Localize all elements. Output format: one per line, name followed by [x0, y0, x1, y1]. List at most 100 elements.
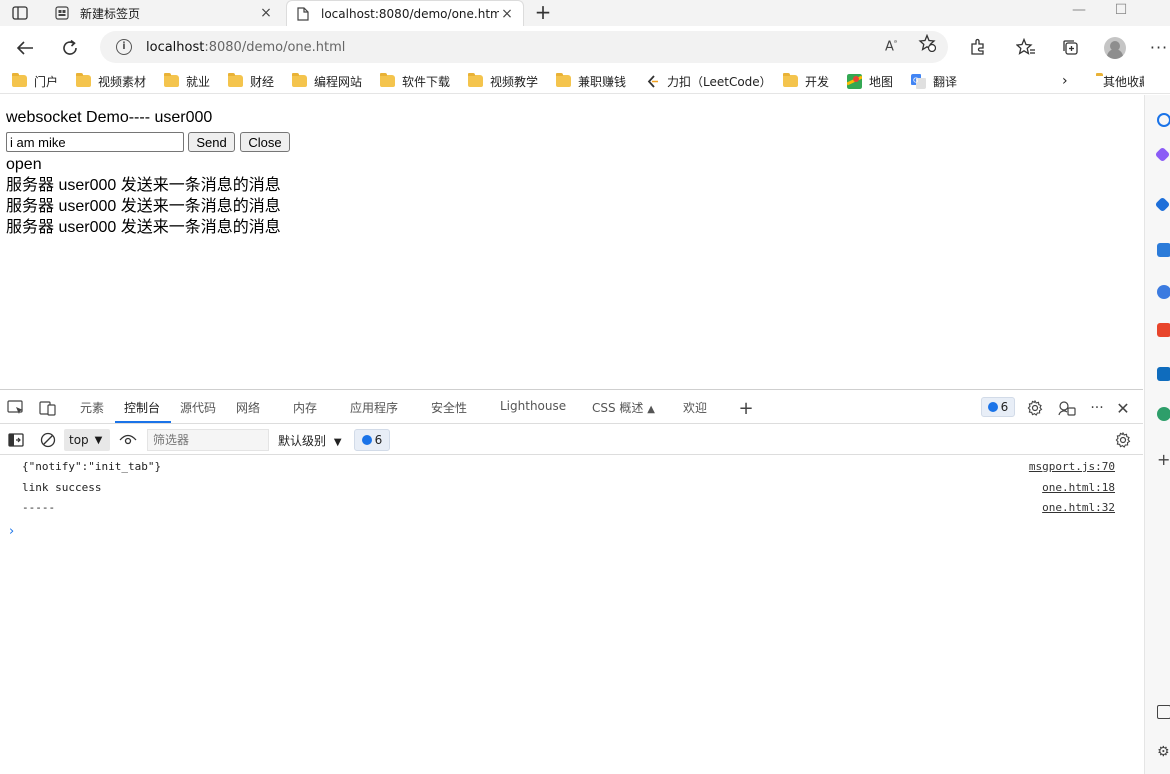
tab-network[interactable]: 网络	[236, 399, 260, 416]
bookmark-item[interactable]: 开发	[783, 72, 829, 90]
outlook-icon[interactable]	[1157, 367, 1170, 381]
back-button[interactable]	[12, 35, 38, 61]
tab-new-tab[interactable]: 新建标签页 ×	[46, 0, 282, 26]
bookmark-item[interactable]: 就业	[164, 72, 210, 90]
refresh-icon	[63, 39, 77, 55]
page-icon	[295, 6, 311, 22]
hide-sidebar-icon[interactable]	[1157, 705, 1170, 719]
bookmark-item[interactable]: 财经	[228, 72, 274, 90]
drop-icon[interactable]	[1157, 407, 1170, 421]
copilot-icon[interactable]	[1154, 146, 1170, 163]
bookmark-item[interactable]: 软件下载	[380, 72, 450, 90]
tab-strip: 新建标签页 × localhost:8080/demo/one.html × +…	[0, 0, 1170, 26]
tab-memory[interactable]: 内存	[293, 399, 317, 416]
tab-label: 新建标签页	[80, 6, 141, 21]
read-aloud-icon[interactable]: Aᵃ	[882, 34, 900, 54]
level-value: 默认级别	[278, 434, 327, 448]
close-tab-icon[interactable]: ×	[499, 6, 515, 22]
send-button[interactable]: Send	[188, 132, 235, 152]
folder-icon	[556, 73, 571, 87]
context-value: top	[69, 433, 89, 447]
folder-icon	[228, 73, 243, 87]
tab-lighthouse[interactable]: Lighthouse	[500, 399, 566, 413]
devtools-panel: 元素 控制台 源代码 网络 内存 应用程序 安全性 Lighthouse CSS…	[0, 389, 1143, 774]
chevron-right-icon: ›	[1062, 73, 1068, 89]
add-tab-icon[interactable]: +	[737, 398, 755, 419]
site-info-icon[interactable]: i	[116, 39, 132, 55]
message-icon	[987, 402, 998, 412]
bookmark-label: 视频教学	[490, 74, 539, 89]
tab-application[interactable]: 应用程序	[350, 399, 398, 416]
clear-console-icon[interactable]	[39, 431, 57, 449]
tab-localhost[interactable]: localhost:8080/demo/one.html ×	[286, 0, 524, 26]
tab-console[interactable]: 控制台	[124, 399, 160, 416]
profile-avatar[interactable]	[1104, 37, 1126, 59]
sidebar-settings-icon[interactable]: ⚙	[1157, 745, 1170, 759]
tools-icon[interactable]	[1157, 243, 1170, 257]
bookmark-item[interactable]: 编程网站	[292, 72, 362, 90]
source-link[interactable]: one.html:32	[1042, 501, 1115, 514]
inspect-element-icon[interactable]	[7, 399, 25, 417]
refresh-button[interactable]	[57, 35, 83, 61]
console-settings-icon[interactable]	[1114, 431, 1132, 449]
close-button[interactable]: Close	[240, 132, 290, 152]
context-selector[interactable]: top ▼	[64, 429, 110, 451]
bookmark-item[interactable]: 视频素材	[76, 72, 146, 90]
minimize-icon[interactable]: —	[1064, 2, 1094, 22]
tab-sources[interactable]: 源代码	[180, 399, 216, 416]
tab-welcome[interactable]: 欢迎	[683, 399, 707, 416]
bookmark-item[interactable]: 地图	[847, 72, 893, 90]
favorites-icon[interactable]	[1015, 36, 1037, 58]
extensions-icon[interactable]	[967, 36, 989, 58]
show-sidebar-icon[interactable]	[7, 431, 25, 449]
new-tab-page-icon	[54, 5, 70, 21]
tab-elements[interactable]: 元素	[80, 399, 104, 416]
search-icon[interactable]	[1157, 113, 1170, 127]
folder-icon	[164, 73, 179, 87]
svg-text:G: G	[913, 76, 918, 84]
message-line: 服务器 user000 发送来一条消息的消息	[6, 219, 281, 236]
remote-devices-icon[interactable]	[1058, 399, 1076, 417]
bookmark-item[interactable]: 其他收藏夹	[1096, 72, 1144, 90]
new-tab-button[interactable]: +	[532, 2, 554, 24]
games-icon[interactable]	[1157, 285, 1170, 299]
tab-actions-icon[interactable]	[10, 4, 30, 22]
add-sidebar-app-icon[interactable]: +	[1157, 452, 1170, 468]
device-toolbar-icon[interactable]	[39, 399, 57, 417]
message-log: open 服务器 user000 发送来一条消息的消息 服务器 user000 …	[6, 154, 281, 238]
log-level-selector[interactable]: 默认级别 ▼	[278, 432, 342, 449]
add-favorite-icon[interactable]	[918, 33, 937, 53]
console-prompt-icon[interactable]: ›	[9, 524, 14, 539]
live-expression-eye-icon[interactable]	[119, 431, 137, 449]
maximize-icon[interactable]: ☐	[1106, 2, 1136, 22]
bookmark-item[interactable]: 门户	[12, 72, 58, 90]
settings-icon[interactable]	[1026, 399, 1044, 417]
bookmark-item[interactable]: 兼职赚钱	[556, 72, 626, 90]
console-message: -----	[22, 501, 56, 514]
url-bar[interactable]: i localhost:8080/demo/one.html	[100, 31, 948, 63]
office-icon[interactable]	[1157, 323, 1170, 337]
console-issues-badge[interactable]: 6	[354, 429, 390, 451]
message-line: 服务器 user000 发送来一条消息的消息	[6, 198, 281, 215]
console-message: {"notify":"init_tab"}	[22, 460, 162, 473]
tab-security[interactable]: 安全性	[431, 399, 467, 416]
bookmarks-overflow-button[interactable]: ›	[1062, 72, 1068, 90]
source-link[interactable]: one.html:18	[1042, 481, 1115, 494]
shopping-icon[interactable]	[1154, 196, 1170, 213]
bookmark-item[interactable]: G 翻译	[911, 72, 957, 90]
issues-badge[interactable]: 6	[981, 397, 1015, 417]
collections-icon[interactable]	[1059, 36, 1081, 58]
close-devtools-icon[interactable]: ✕	[1114, 399, 1132, 418]
more-menu-icon[interactable]: ···	[1148, 36, 1170, 58]
message-input[interactable]	[6, 132, 184, 152]
dropdown-arrow-icon: ▼	[333, 437, 342, 448]
bookmark-item[interactable]: 力扣（LeetCode）	[645, 72, 772, 90]
folder-icon	[292, 73, 307, 87]
more-options-icon[interactable]: ···	[1088, 399, 1106, 417]
filter-input[interactable]	[147, 429, 269, 451]
bookmark-item[interactable]: 视频教学	[468, 72, 538, 90]
close-tab-icon[interactable]: ×	[258, 5, 274, 21]
tab-css-overview[interactable]: CSS 概述 ▲	[592, 399, 655, 416]
bookmarks-bar: 门户 视频素材 就业 财经 编程网站 软件下载 视频教学 兼职赚钱 力扣（Lee…	[0, 68, 1170, 94]
source-link[interactable]: msgport.js:70	[1029, 460, 1115, 473]
